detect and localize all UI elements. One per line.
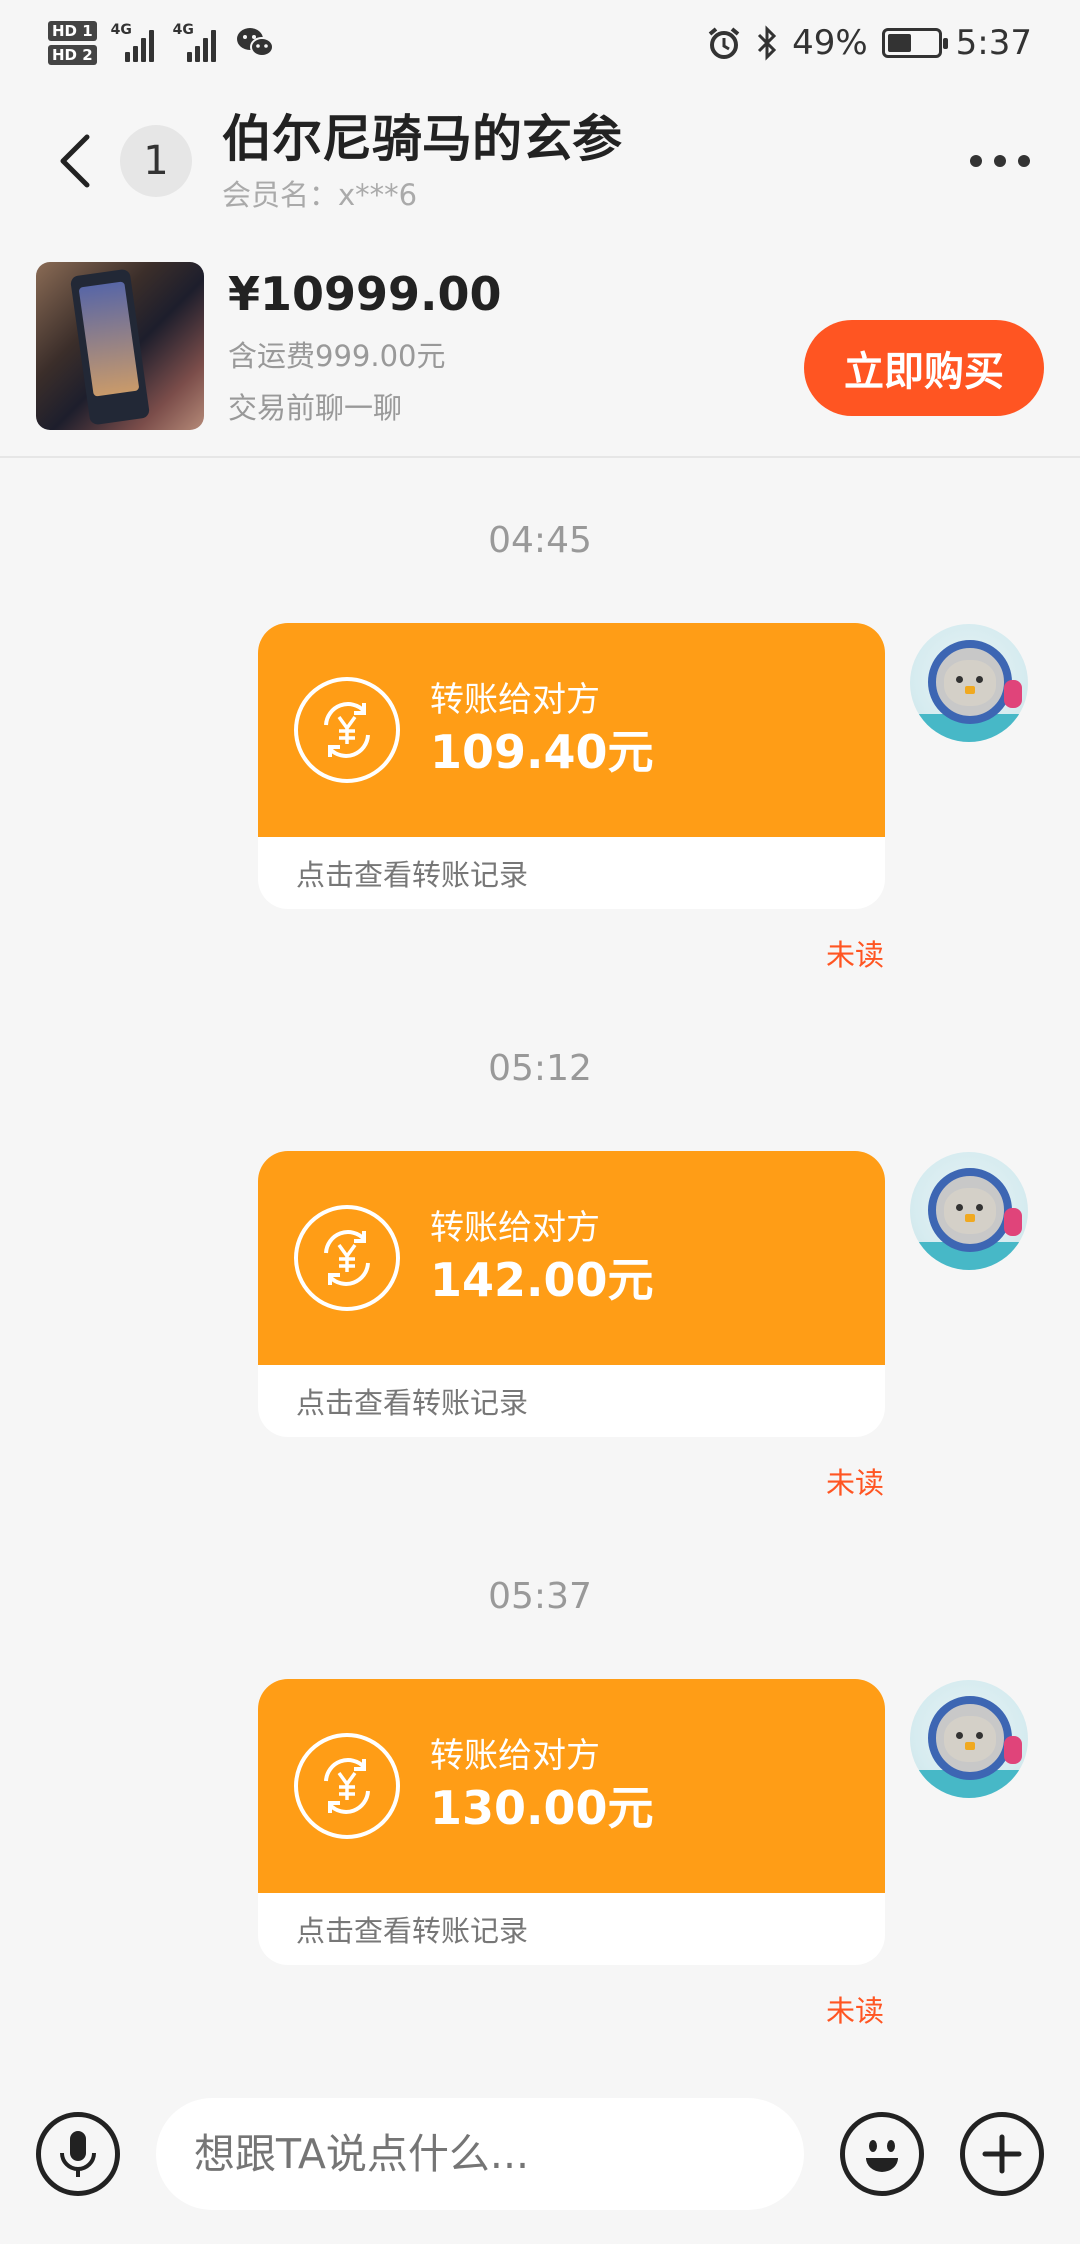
more-options-button[interactable] xyxy=(960,135,1040,187)
message-timestamp: 05:37 xyxy=(488,1576,592,1617)
sim-indicators: HD 1 HD 2 xyxy=(48,21,97,65)
signal-1-icon: 4G xyxy=(111,22,159,62)
signal-2-icon: 4G xyxy=(173,22,221,62)
clock: 5:37 xyxy=(955,23,1032,63)
transfer-record-link[interactable]: 点击查看转账记录 xyxy=(258,1365,885,1437)
bluetooth-icon xyxy=(758,25,777,61)
emoji-button[interactable] xyxy=(840,2112,924,2196)
buy-now-button[interactable]: 立即购买 xyxy=(804,320,1044,416)
smiley-icon xyxy=(866,2140,898,2172)
product-thumbnail[interactable] xyxy=(36,262,204,430)
back-button[interactable] xyxy=(40,116,110,206)
battery-icon xyxy=(881,28,948,58)
read-status: 未读 xyxy=(826,1466,885,1500)
voice-button[interactable] xyxy=(36,2112,120,2196)
product-price: ¥10999.00 xyxy=(228,267,502,321)
transfer-card-body: 转账给对方 142.00元 xyxy=(258,1151,885,1365)
more-dot-icon xyxy=(970,155,982,167)
more-dot-icon xyxy=(994,155,1006,167)
transfer-label: 转账给对方 xyxy=(430,1736,600,1776)
avatar[interactable] xyxy=(910,1680,1028,1798)
transfer-record-link[interactable]: 点击查看转账记录 xyxy=(258,1893,885,1965)
unread-count-badge[interactable]: 1 xyxy=(120,125,192,197)
yuan-transfer-icon xyxy=(294,677,400,783)
transfer-card[interactable]: 转账给对方 130.00元 点击查看转账记录 xyxy=(258,1679,885,1965)
transfer-card[interactable]: 转账给对方 109.40元 点击查看转账记录 xyxy=(258,623,885,909)
product-card[interactable]: ¥10999.00 含运费999.00元 交易前聊一聊 立即购买 xyxy=(0,236,1080,458)
member-name: 会员名：x***6 xyxy=(222,178,418,212)
alarm-icon xyxy=(708,27,740,59)
transfer-amount: 109.40元 xyxy=(430,725,654,779)
add-button[interactable] xyxy=(960,2112,1044,2196)
avatar[interactable] xyxy=(910,624,1028,742)
avatar[interactable] xyxy=(910,1152,1028,1270)
status-bar: HD 1 HD 2 4G 4G 49% 5:37 xyxy=(0,0,1080,86)
battery-percent: 49% xyxy=(792,23,868,63)
transfer-card-body: 转账给对方 130.00元 xyxy=(258,1679,885,1893)
transfer-amount: 130.00元 xyxy=(430,1781,654,1835)
shipping-fee: 含运费999.00元 xyxy=(228,339,446,373)
message-timestamp: 05:12 xyxy=(488,1048,592,1089)
message-timestamp: 04:45 xyxy=(488,520,592,561)
microphone-icon xyxy=(60,2131,96,2177)
yuan-transfer-icon xyxy=(294,1733,400,1839)
read-status: 未读 xyxy=(826,938,885,972)
sim2-indicator: HD 2 xyxy=(48,45,97,65)
wechat-icon xyxy=(236,28,274,57)
more-dot-icon xyxy=(1018,155,1030,167)
transfer-card-body: 转账给对方 109.40元 xyxy=(258,623,885,837)
chat-header: 1 伯尔尼骑马的玄参 会员名：x***6 xyxy=(0,86,1080,236)
product-info: ¥10999.00 含运费999.00元 交易前聊一聊 xyxy=(228,265,502,427)
message-input[interactable] xyxy=(156,2098,804,2210)
chat-first-hint: 交易前聊一聊 xyxy=(228,391,403,425)
transfer-label: 转账给对方 xyxy=(430,1208,600,1248)
status-left: HD 1 HD 2 4G 4G xyxy=(48,21,275,65)
sim1-indicator: HD 1 xyxy=(48,21,97,41)
read-status: 未读 xyxy=(826,1994,885,2028)
title-block: 伯尔尼骑马的玄参 会员名：x***6 xyxy=(222,108,622,214)
page-title: 伯尔尼骑马的玄参 xyxy=(222,110,622,168)
transfer-amount: 142.00元 xyxy=(430,1253,654,1307)
plus-icon xyxy=(982,2134,1022,2174)
yuan-transfer-icon xyxy=(294,1205,400,1311)
input-bar xyxy=(0,2090,1080,2244)
status-right: 49% 5:37 xyxy=(706,23,1032,63)
transfer-card[interactable]: 转账给对方 142.00元 点击查看转账记录 xyxy=(258,1151,885,1437)
transfer-record-link[interactable]: 点击查看转账记录 xyxy=(258,837,885,909)
transfer-label: 转账给对方 xyxy=(430,680,600,720)
chevron-left-icon xyxy=(60,134,90,188)
